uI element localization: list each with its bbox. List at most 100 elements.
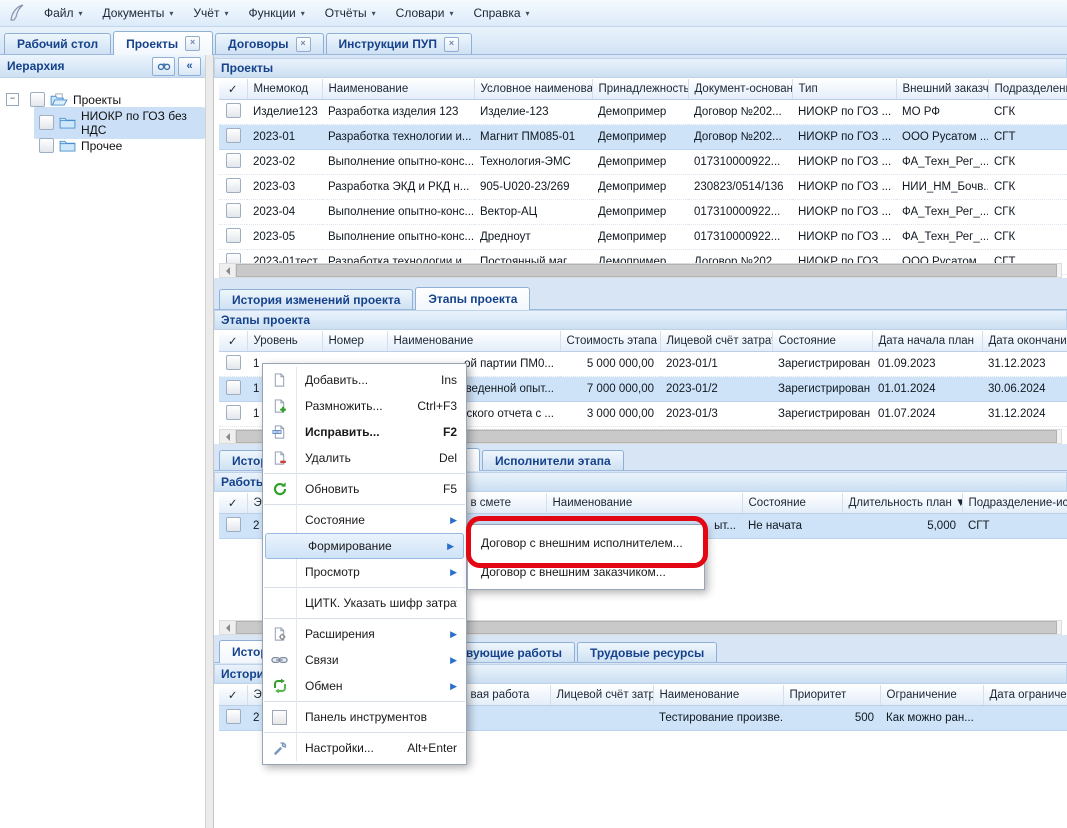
- menubar-item[interactable]: Функции▾: [238, 3, 314, 23]
- context-menu-item[interactable]: Формирование▶: [265, 533, 464, 559]
- tree-checkbox[interactable]: [39, 138, 54, 153]
- column-header[interactable]: Наименование: [322, 79, 474, 100]
- menubar-item[interactable]: Файл▾: [34, 3, 93, 23]
- scroll-left-button[interactable]: [220, 264, 236, 277]
- context-menu-item[interactable]: Настройки...Alt+Enter: [263, 735, 466, 761]
- column-header[interactable]: Подразделение: [988, 79, 1067, 100]
- column-header[interactable]: ✓: [219, 685, 247, 706]
- column-header[interactable]: Состояние: [742, 493, 842, 514]
- menubar-item[interactable]: Справка▾: [463, 3, 539, 23]
- scrollbar-thumb[interactable]: [236, 264, 1057, 277]
- column-header[interactable]: ✓: [219, 331, 247, 352]
- table-row[interactable]: 2023-04Выполнение опытно-конс...Вектор-А…: [219, 200, 1067, 225]
- column-header[interactable]: Длительность план ▼: [842, 493, 962, 514]
- context-menu-item[interactable]: Связи▶: [263, 647, 466, 673]
- menubar-item[interactable]: Учёт▾: [183, 3, 238, 23]
- tab[interactable]: Инструкции ПУП×: [326, 33, 472, 54]
- table-row[interactable]: 2023-05Выполнение опытно-конс...Дредноут…: [219, 225, 1067, 250]
- collapse-panel-button[interactable]: «: [178, 57, 201, 76]
- table-cell: [550, 706, 653, 731]
- context-menu-item[interactable]: УдалитьDel: [263, 445, 466, 471]
- row-checkbox[interactable]: [226, 128, 241, 143]
- tree-item[interactable]: НИОКР по ГОЗ без НДС: [0, 111, 205, 134]
- dropdown-caret-icon: ▾: [372, 9, 376, 18]
- row-checkbox[interactable]: [226, 380, 241, 395]
- tree-expander-icon[interactable]: −: [6, 93, 19, 106]
- column-header[interactable]: Мнемокод: [247, 79, 322, 100]
- column-header[interactable]: Внешний заказчик: [896, 79, 988, 100]
- column-header[interactable]: Приоритет: [783, 685, 880, 706]
- context-menu-item[interactable]: ОбновитьF5: [263, 476, 466, 502]
- row-checkbox[interactable]: [226, 709, 241, 724]
- column-header[interactable]: Тип: [792, 79, 896, 100]
- column-header[interactable]: Номер: [322, 331, 387, 352]
- row-checkbox[interactable]: [226, 517, 241, 532]
- panel-splitter[interactable]: [205, 55, 214, 828]
- column-header[interactable]: ✓: [219, 493, 247, 514]
- context-menu-item[interactable]: Просмотр▶: [263, 559, 466, 585]
- tab-close-icon[interactable]: ×: [296, 37, 311, 52]
- tab-close-icon[interactable]: ×: [185, 36, 200, 51]
- column-header[interactable]: Лицевой счёт затрат.: [660, 331, 772, 352]
- tree-checkbox[interactable]: [39, 115, 54, 130]
- context-menu-item[interactable]: Обмен▶: [263, 673, 466, 699]
- column-header[interactable]: Ограничение: [880, 685, 983, 706]
- row-checkbox[interactable]: [226, 203, 241, 218]
- column-header[interactable]: Наименование: [387, 331, 560, 352]
- table-cell: СГТ: [988, 125, 1067, 150]
- table-row[interactable]: Изделие123Разработка изделия 123Изделие-…: [219, 100, 1067, 125]
- column-header[interactable]: Лицевой счёт затр: [550, 685, 653, 706]
- row-checkbox[interactable]: [226, 228, 241, 243]
- column-header[interactable]: Дата ограничени: [983, 685, 1067, 706]
- context-menu-item[interactable]: ЦИТК. Указать шифр затрат...: [263, 590, 466, 616]
- column-header[interactable]: ✓: [219, 79, 247, 100]
- row-checkbox[interactable]: [226, 153, 241, 168]
- column-header[interactable]: Документ-основан: [688, 79, 792, 100]
- table-row[interactable]: 2023-02Выполнение опытно-конс...Технолог…: [219, 150, 1067, 175]
- scroll-left-button[interactable]: [220, 621, 236, 634]
- column-header[interactable]: Состояние: [772, 331, 872, 352]
- column-header[interactable]: Дата начала план: [872, 331, 982, 352]
- table-row[interactable]: 2023-01Разработка технологии и...Магнит …: [219, 125, 1067, 150]
- column-header[interactable]: Подразделение-испо: [962, 493, 1067, 514]
- submenu-arrow-icon: ▶: [442, 515, 457, 526]
- context-menu-item[interactable]: Расширения▶: [263, 621, 466, 647]
- tab[interactable]: История изменений проекта: [219, 289, 413, 309]
- projects-horizontal-scrollbar[interactable]: [219, 263, 1062, 278]
- context-menu-item[interactable]: Размножить...Ctrl+F3: [263, 393, 466, 419]
- tab[interactable]: Трудовые ресурсы: [577, 642, 717, 662]
- column-header[interactable]: Уровень: [247, 331, 322, 352]
- column-header[interactable]: в смете: [464, 493, 546, 514]
- context-menu-item[interactable]: Состояние▶: [263, 507, 466, 533]
- row-checkbox[interactable]: [226, 355, 241, 370]
- tab-close-icon[interactable]: ×: [444, 37, 459, 52]
- table-cell: СГК: [988, 100, 1067, 125]
- row-checkbox[interactable]: [226, 103, 241, 118]
- scroll-left-button[interactable]: [220, 430, 236, 443]
- column-header[interactable]: Условное наименова: [474, 79, 592, 100]
- menubar-item[interactable]: Документы▾: [93, 3, 184, 23]
- column-header[interactable]: Дата окончани: [982, 331, 1067, 352]
- context-menu-item[interactable]: Добавить...Ins: [263, 367, 466, 393]
- tab[interactable]: Проекты×: [113, 31, 213, 55]
- tab[interactable]: Рабочий стол: [4, 33, 111, 54]
- column-header[interactable]: Наименование: [653, 685, 783, 706]
- tree-checkbox[interactable]: [30, 92, 45, 107]
- folder-icon: [59, 116, 76, 129]
- context-menu-item[interactable]: Панель инструментов: [263, 704, 466, 730]
- column-header[interactable]: вая работа: [464, 685, 550, 706]
- search-button[interactable]: [152, 57, 175, 76]
- tab[interactable]: Этапы проекта: [415, 287, 530, 310]
- column-header[interactable]: Стоимость этапа: [560, 331, 660, 352]
- context-menu-item[interactable]: Исправить...F2: [263, 419, 466, 445]
- column-header[interactable]: Наименование: [546, 493, 742, 514]
- row-checkbox[interactable]: [226, 178, 241, 193]
- table-cell: Изделие123: [247, 100, 322, 125]
- tab[interactable]: Договоры×: [215, 33, 323, 54]
- column-header[interactable]: Принадлежность: [592, 79, 688, 100]
- row-checkbox[interactable]: [226, 405, 241, 420]
- menubar-item[interactable]: Словари▾: [386, 3, 464, 23]
- tab[interactable]: Исполнители этапа: [482, 450, 624, 470]
- table-row[interactable]: 2023-03Разработка ЭКД и РКД н...905-U020…: [219, 175, 1067, 200]
- menubar-item[interactable]: Отчёты▾: [315, 3, 386, 23]
